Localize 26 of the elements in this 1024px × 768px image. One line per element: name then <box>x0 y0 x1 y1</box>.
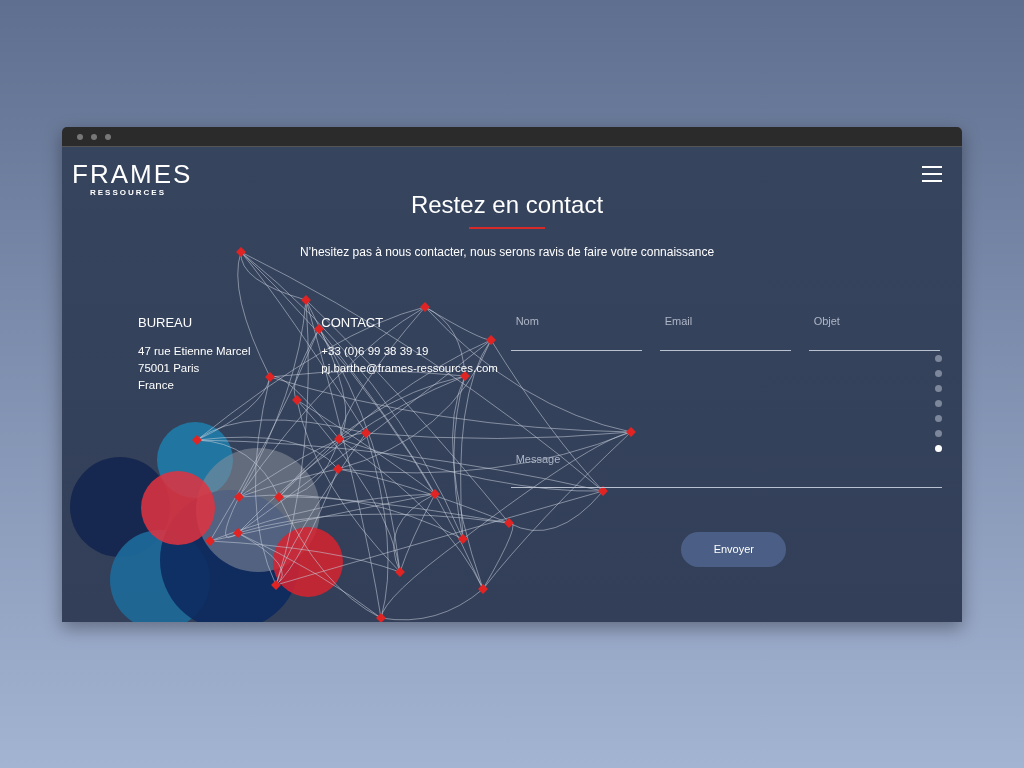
contact-line: pj.barthe@frames-ressources.com <box>321 360 499 376</box>
window-control-icon[interactable] <box>77 133 83 140</box>
text-field[interactable]: Nom <box>510 313 642 351</box>
section-heading: BUREAU <box>138 314 194 332</box>
page-title: Restez en contact <box>410 190 604 220</box>
page-dot[interactable] <box>935 400 942 407</box>
intro-text: N’hesitez pas à nous contacter, nous serons ravis de faire votre connaissance <box>299 244 715 261</box>
text-field[interactable]: Email <box>659 313 791 351</box>
address-line: 75001 Paris <box>138 360 201 376</box>
page-dot[interactable] <box>935 430 942 437</box>
address-line: 47 rue Etienne Marcel <box>138 343 252 359</box>
page-dot[interactable] <box>935 445 942 452</box>
window-control-icon[interactable] <box>91 133 97 140</box>
logo-wordmark: FRAMES <box>72 161 193 187</box>
logo-tagline: RESSOURCES <box>90 187 167 199</box>
logo[interactable]: FRAMES RESSOURCES <box>72 161 193 199</box>
page-dot[interactable] <box>935 355 942 362</box>
section-heading: CONTACT <box>321 314 385 332</box>
send-button[interactable]: Envoyer <box>681 532 787 567</box>
text-field[interactable]: Objet <box>808 313 940 351</box>
window-control-icon[interactable] <box>105 133 111 140</box>
page-dot[interactable] <box>935 415 942 422</box>
page-dot[interactable] <box>935 370 942 377</box>
address-line: France <box>138 377 175 393</box>
contact-line: +33 (0)6 99 38 39 19 <box>321 343 430 359</box>
page-dot[interactable] <box>935 385 942 392</box>
